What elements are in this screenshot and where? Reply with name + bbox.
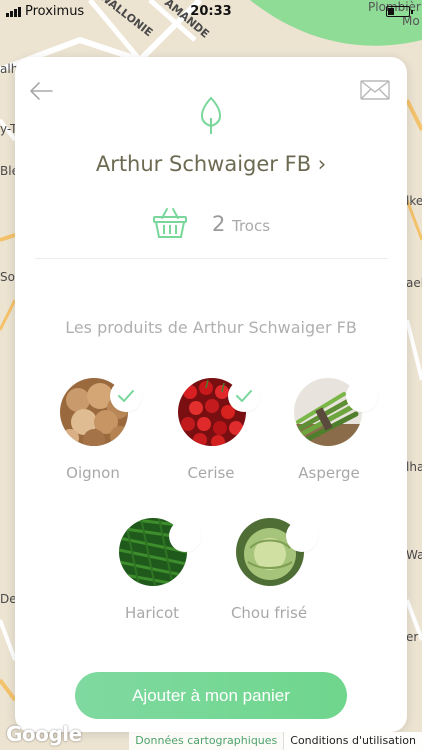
clock: 20:33 [190,4,232,19]
map-label-wa: Wa [406,548,422,562]
map-footer: Données cartographiques Conditions d'uti… [129,732,422,750]
terms-link[interactable]: Conditions d'utilisation [283,732,422,750]
product-asperge[interactable]: Asperge [274,378,384,488]
divider [35,258,388,259]
map-label-lha: lha [406,460,422,474]
unselected-badge [346,380,378,412]
product-name-asperge: Asperge [298,464,360,482]
product-chou-frise[interactable]: Chou frisé [214,518,324,628]
trocs-count: 2 [212,212,226,236]
product-name-chou-frise: Chou frisé [230,604,308,622]
map-label-so: So [0,270,15,284]
product-cerise[interactable]: Cerise [156,378,266,488]
add-to-basket-button[interactable]: Ajouter à mon panier [75,672,347,719]
google-logo: Google [6,722,82,746]
back-arrow-icon[interactable] [28,80,54,102]
products-section-title: Les produits de Arthur Schwaiger FB [65,318,357,337]
basket-icon [153,208,187,238]
product-name-oignon: Oignon [66,464,120,482]
selected-check-icon [228,380,260,412]
producer-name-link[interactable]: Arthur Schwaiger FB › [0,152,422,176]
mail-icon[interactable] [360,80,390,100]
leaf-icon [201,96,221,134]
product-oignon[interactable]: Oignon [38,378,148,488]
unselected-badge [169,520,201,552]
selected-check-icon [110,380,142,412]
unselected-badge [286,520,318,552]
map-label-er: er [406,630,419,644]
status-bar: Proximus 20:33 [0,0,422,24]
battery-icon [386,6,413,17]
product-name-haricot: Haricot [124,604,180,622]
trocs-label: Trocs [232,217,271,235]
product-haricot[interactable]: Haricot [97,518,207,628]
product-name-cerise: Cerise [187,464,235,482]
map-data-link[interactable]: Données cartographiques [129,732,284,750]
trocs-summary: 2 Trocs [0,206,422,242]
map-label-ael: ael [406,276,422,290]
